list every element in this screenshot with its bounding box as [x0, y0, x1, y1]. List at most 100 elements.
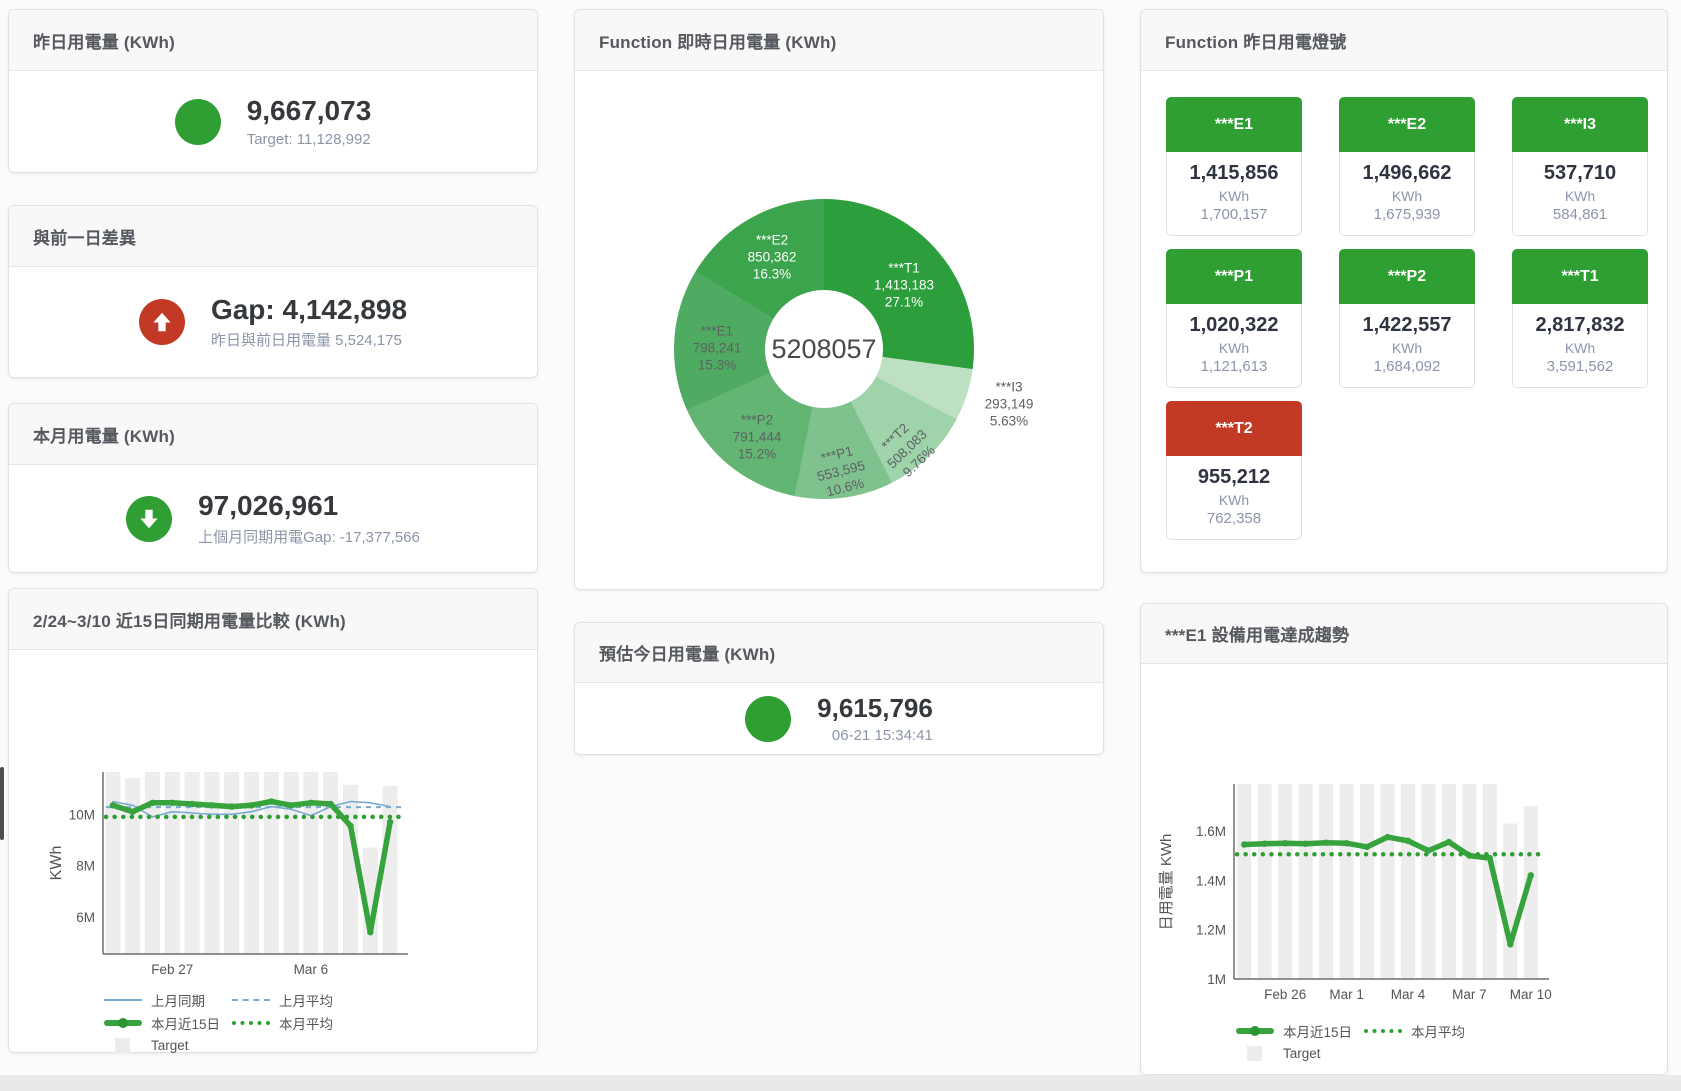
tile-header: ***P2 [1339, 249, 1475, 304]
light-tile-T1: ***T1 2,817,832 KWh 3,591,562 [1512, 249, 1648, 388]
kpi-value: 97,026,961 [198, 490, 420, 522]
tile-body: 1,496,662 KWh 1,675,939 [1339, 152, 1475, 236]
light-tile-I3: ***I3 537,710 KWh 584,861 [1512, 97, 1648, 236]
card-day-gap: 與前一日差異 Gap: 4,142,898 昨日與前日用電量 5,524,175 [8, 205, 538, 378]
card-title-day-gap: 與前一日差異 [9, 206, 537, 267]
card-title-e1-trend: ***E1 設備用電達成趨勢 [1141, 604, 1667, 664]
compare-line-bar-chart[interactable]: 6M8M10MFeb 27Mar 6KWh [9, 704, 539, 1004]
svg-text:1M: 1M [1207, 972, 1226, 987]
kpi-gap-subtext: 昨日與前日用電量 5,524,175 [211, 329, 407, 350]
green-thick-line-swatch-icon [104, 1020, 142, 1026]
donut-label-P2: ***P2 791,444 15.2% [733, 412, 782, 463]
blue-dashed-swatch-icon [232, 999, 270, 1001]
kpi-text-block: 9,615,796 06-21 15:34:41 [817, 694, 933, 744]
legend-item-this-month-average[interactable]: 本月平均 [232, 1013, 360, 1033]
kpi-text-block: 97,026,961 上個月同期用電Gap: -17,377,566 [198, 490, 420, 546]
legend-row: Target [104, 1037, 360, 1054]
donut-chart[interactable]: 5208057 ***T1 1,413,183 27.1% ***I3 293,… [674, 199, 974, 499]
gray-square-swatch-icon [1247, 1046, 1262, 1061]
kpi-text-block: 9,667,073 Target: 11,128,992 [247, 95, 372, 147]
legend-item-this-month-15days[interactable]: 本月近15日 [104, 1013, 232, 1033]
svg-text:Mar 1: Mar 1 [1329, 987, 1364, 1002]
legend-label: 本月平均 [1411, 1021, 1465, 1041]
card-title-yesterday-lights: Function 昨日用電燈號 [1141, 10, 1667, 71]
legend-item-last-month-same-period[interactable]: 上月同期 [104, 990, 232, 1010]
tile-header: ***I3 [1512, 97, 1648, 152]
legend-label: Target [1283, 1046, 1321, 1061]
svg-text:Feb 26: Feb 26 [1264, 987, 1306, 1002]
legend-label: 本月近15日 [151, 1013, 220, 1033]
card-title-realtime-donut: Function 即時日用電量 (KWh) [575, 10, 1103, 71]
card-title-yesterday-usage: 昨日用電量 (KWh) [9, 10, 537, 71]
trend-chart-legend: 本月近15日 本月平均 Target [1236, 1022, 1492, 1068]
kpi-gap-value: Gap: 4,142,898 [211, 294, 407, 326]
card-today-estimate: 預估今日用電量 (KWh) 9,615,796 06-21 15:34:41 [574, 622, 1104, 755]
card-title-compare-chart: 2/24~3/10 近15日同期用電量比較 (KWh) [9, 589, 537, 650]
kpi-timestamp: 06-21 15:34:41 [817, 727, 933, 744]
svg-text:Feb 27: Feb 27 [151, 962, 193, 977]
donut-center: 5208057 [765, 290, 883, 408]
svg-text:Mar 10: Mar 10 [1510, 987, 1552, 1002]
tile-header: ***T1 [1512, 249, 1648, 304]
card-yesterday-lights: Function 昨日用電燈號 ***E1 1,415,856 KWh 1,70… [1140, 9, 1668, 573]
svg-text:1.2M: 1.2M [1196, 923, 1226, 938]
tile-header: ***E1 [1166, 97, 1302, 152]
kpi-row: 97,026,961 上個月同期用電Gap: -17,377,566 [9, 465, 537, 572]
svg-text:6M: 6M [76, 910, 95, 925]
kpi-row: Gap: 4,142,898 昨日與前日用電量 5,524,175 [9, 267, 537, 377]
legend-label: 本月平均 [279, 1013, 333, 1033]
svg-text:KWh: KWh [48, 846, 65, 881]
red-arrow-up-circle-icon [139, 299, 185, 345]
donut-label-I3: ***I3 293,149 5.63% [985, 379, 1034, 430]
card-title-month-usage: 本月用電量 (KWh) [9, 404, 537, 465]
svg-text:日用電量 KWh: 日用電量 KWh [1158, 834, 1175, 931]
donut-total-value: 5208057 [771, 334, 876, 365]
svg-text:8M: 8M [76, 859, 95, 874]
light-tile-E2: ***E2 1,496,662 KWh 1,675,939 [1339, 97, 1475, 236]
kpi-target-subtext: Target: 11,128,992 [247, 131, 372, 148]
svg-text:1.6M: 1.6M [1196, 824, 1226, 839]
compare-chart-legend: 上月同期 上月平均 本月近15日 本月平均 Target [104, 991, 360, 1060]
kpi-row: 9,615,796 06-21 15:34:41 [575, 683, 1103, 755]
kpi-gap-subtext: 上個月同期用電Gap: -17,377,566 [198, 526, 420, 547]
legend-item-last-month-average[interactable]: 上月平均 [232, 990, 360, 1010]
bottom-strip [0, 1075, 1681, 1091]
tile-header: ***E2 [1339, 97, 1475, 152]
green-thick-line-swatch-icon [1236, 1028, 1274, 1034]
kpi-row: 9,667,073 Target: 11,128,992 [9, 71, 537, 172]
legend-item-target[interactable]: Target [1236, 1046, 1364, 1061]
legend-row: 本月近15日 本月平均 [104, 1014, 360, 1031]
svg-text:1.4M: 1.4M [1196, 873, 1226, 888]
kpi-text-block: Gap: 4,142,898 昨日與前日用電量 5,524,175 [211, 294, 407, 350]
legend-item-this-month-average[interactable]: 本月平均 [1364, 1021, 1492, 1041]
legend-item-target[interactable]: Target [104, 1038, 232, 1053]
green-dotted-swatch-icon [1364, 1029, 1402, 1033]
arrow-up-icon [149, 309, 175, 335]
svg-text:Mar 4: Mar 4 [1391, 987, 1426, 1002]
tile-body: 2,817,832 KWh 3,591,562 [1512, 304, 1648, 388]
donut-label-E1: ***E1 798,241 15.3% [693, 323, 742, 374]
green-status-circle-icon [175, 99, 221, 145]
green-arrow-down-circle-icon [126, 496, 172, 542]
kpi-value: 9,615,796 [817, 694, 933, 724]
light-tile-P2: ***P2 1,422,557 KWh 1,684,092 [1339, 249, 1475, 388]
green-status-circle-icon [745, 696, 791, 742]
svg-text:Mar 7: Mar 7 [1452, 987, 1487, 1002]
e1-trend-line-bar-chart[interactable]: 1M 1.2M 1.4M 1.6M Feb 26 Mar 1 Mar 4 Mar 7 Mar 1… [1141, 724, 1669, 1024]
light-tile-grid: ***E1 1,415,856 KWh 1,700,157 ***E2 1,49… [1166, 97, 1648, 540]
card-realtime-donut: Function 即時日用電量 (KWh) 5208057 ***T1 1,41… [574, 9, 1104, 590]
tile-body: 1,020,322 KWh 1,121,613 [1166, 304, 1302, 388]
light-tile-E1: ***E1 1,415,856 KWh 1,700,157 [1166, 97, 1302, 236]
legend-label: Target [151, 1038, 189, 1053]
tile-body: 955,212 KWh 762,358 [1166, 456, 1302, 540]
legend-row: 上月同期 上月平均 [104, 991, 360, 1008]
arrow-down-icon [136, 506, 162, 532]
blue-line-swatch-icon [104, 999, 142, 1001]
left-scrollbar-fragment[interactable] [0, 767, 4, 840]
legend-item-this-month-15days[interactable]: 本月近15日 [1236, 1021, 1364, 1041]
legend-label: 本月近15日 [1283, 1021, 1352, 1041]
light-tile-P1: ***P1 1,020,322 KWh 1,121,613 [1166, 249, 1302, 388]
tile-body: 1,415,856 KWh 1,700,157 [1166, 152, 1302, 236]
legend-label: 上月平均 [279, 990, 333, 1010]
card-yesterday-usage: 昨日用電量 (KWh) 9,667,073 Target: 11,128,992 [8, 9, 538, 173]
